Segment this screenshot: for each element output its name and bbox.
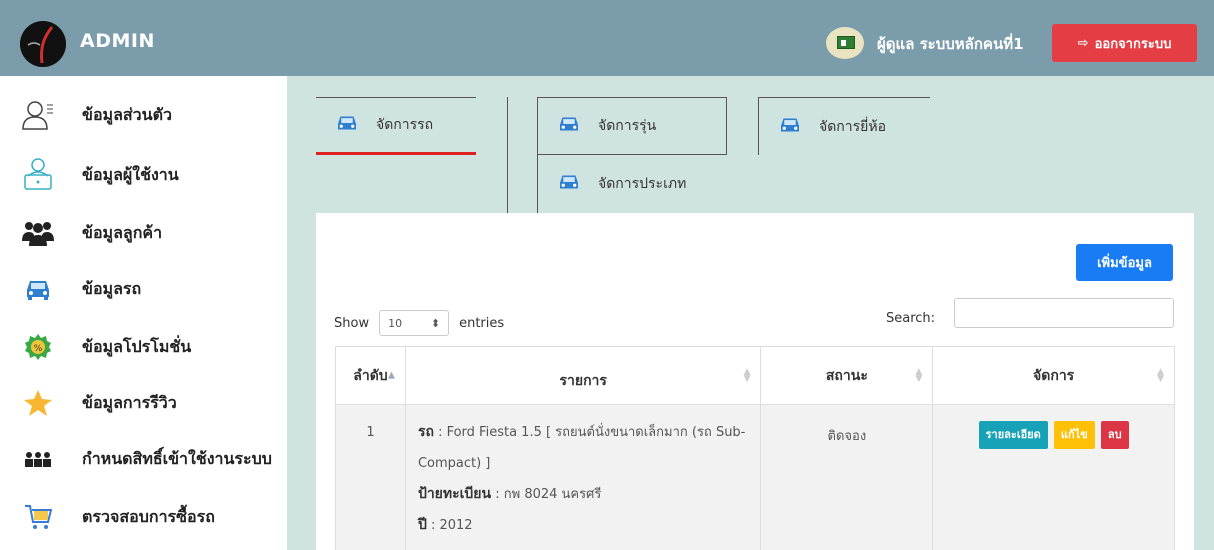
svg-text:%: % bbox=[34, 344, 43, 354]
sort-updown-icon: ⬍ bbox=[430, 316, 441, 330]
row-index: 1 bbox=[335, 404, 406, 550]
logout-button[interactable]: ⇨ ออกจากระบบ bbox=[1052, 24, 1197, 62]
sidebar-item-label: ตรวจสอบการซื้อรถ bbox=[82, 506, 215, 526]
column-header-status[interactable]: สถานะ ▲ ▼ bbox=[760, 346, 934, 405]
entries-label: entries bbox=[459, 315, 505, 331]
sidebar-item-promotions[interactable]: % ข้อมูลโปรโมชั่น bbox=[0, 322, 287, 372]
row-details: รถ : Ford Fiesta 1.5 [ รถยนต์นั่งขนาดเล็… bbox=[404, 404, 762, 550]
logo[interactable] bbox=[20, 21, 66, 67]
sidebar-item-users[interactable]: ข้อมูลผู้ใช้งาน bbox=[0, 150, 287, 200]
entries-value: 10 bbox=[388, 316, 403, 330]
tab-label: จัดการประเภท bbox=[598, 176, 687, 192]
tab-label: จัดการรถ bbox=[376, 117, 434, 133]
car-icon bbox=[779, 116, 801, 138]
sidebar-item-label: ข้อมูลการรีวิว bbox=[82, 392, 177, 412]
sidebar-item-label: กำหนดสิทธิ์เข้าใช้งานระบบ bbox=[82, 448, 272, 468]
sort-icon: ▲ ▼ bbox=[915, 366, 923, 384]
tab-divider bbox=[507, 97, 508, 213]
tab-manage-models[interactable]: จัดการรุ่น bbox=[537, 97, 727, 155]
add-data-button[interactable]: เพิ่มข้อมูล bbox=[1076, 244, 1173, 281]
users-group-icon bbox=[20, 216, 56, 250]
sort-icon: ▲ ▼ bbox=[1157, 366, 1164, 384]
car-icon bbox=[558, 173, 580, 195]
entries-select[interactable]: 10 ⬍ bbox=[379, 310, 450, 336]
tab-manage-types[interactable]: จัดการประเภท bbox=[537, 155, 727, 213]
logo-icon bbox=[20, 21, 66, 67]
brand-title: ADMIN bbox=[80, 30, 155, 52]
user-card-icon bbox=[826, 27, 864, 59]
detail-button[interactable]: รายละเอียด bbox=[978, 421, 1048, 449]
tab-label: จัดการรุ่น bbox=[598, 118, 657, 134]
show-label: Show bbox=[334, 315, 370, 331]
data-table: ลำดับ ▲ รายการ ▲▼ สถานะ ▲▼ จัดการ ▲▼ bbox=[335, 346, 1175, 550]
sidebar-item-label: ข้อมูลรถ bbox=[82, 278, 142, 298]
table-row: 1 รถ : Ford Fiesta 1.5 [ รถยนต์นั่งขนาดเ… bbox=[335, 404, 1175, 550]
car-icon bbox=[558, 115, 580, 137]
car-icon bbox=[20, 272, 56, 306]
tab-manage-cars[interactable]: จัดการรถ bbox=[316, 97, 476, 155]
content-panel: เพิ่มข้อมูล Show 10 ⬍ entries Search: ลำ… bbox=[316, 213, 1194, 550]
user-laptop-icon bbox=[20, 158, 56, 192]
column-header-actions[interactable]: จัดการ ▲ ▼ bbox=[932, 346, 1175, 405]
sidebar-item-label: ข้อมูลส่วนตัว bbox=[82, 104, 172, 124]
sidebar-item-reviews[interactable]: ข้อมูลการรีวิว bbox=[0, 378, 287, 428]
tab-manage-brands[interactable]: จัดการยี่ห้อ bbox=[758, 97, 930, 155]
cart-icon bbox=[20, 500, 56, 534]
entries-control: Show 10 ⬍ entries bbox=[334, 310, 504, 336]
search-input[interactable] bbox=[954, 298, 1174, 328]
row-actions: รายละเอียด แก้ไข ลบ bbox=[932, 404, 1175, 550]
row-status: ติดจอง bbox=[760, 404, 934, 550]
search-label: Search: bbox=[886, 311, 936, 326]
user-name[interactable]: ผู้ดูแล ระบบหลักคนที่1 bbox=[877, 32, 1024, 56]
sidebar-item-purchases[interactable]: ตรวจสอบการซื้อรถ bbox=[0, 492, 287, 542]
column-header-item[interactable]: รายการ ▲ ▼ bbox=[404, 346, 762, 405]
promotion-badge-icon: % bbox=[20, 330, 56, 364]
sidebar-item-cars[interactable]: ข้อมูลรถ bbox=[0, 264, 287, 314]
permissions-icon bbox=[20, 442, 56, 476]
sort-icon: ▲ ▼ bbox=[743, 366, 751, 384]
sidebar-item-label: ข้อมูลโปรโมชั่น bbox=[82, 336, 192, 356]
sidebar: ข้อมูลส่วนตัว ข้อมูลผู้ใช้งาน ข้อมูลลูกค… bbox=[0, 76, 287, 550]
edit-button[interactable]: แก้ไข bbox=[1053, 421, 1095, 449]
top-bar: ADMIN ผู้ดูแล ระบบหลักคนที่1 ⇨ ออกจากระบ… bbox=[0, 0, 1214, 76]
car-icon bbox=[336, 114, 358, 136]
star-icon bbox=[20, 386, 56, 420]
sidebar-item-permissions[interactable]: กำหนดสิทธิ์เข้าใช้งานระบบ bbox=[0, 434, 287, 484]
sort-asc-icon: ▲ bbox=[388, 370, 395, 380]
delete-button[interactable]: ลบ bbox=[1100, 421, 1129, 449]
sidebar-item-customers[interactable]: ข้อมูลลูกค้า bbox=[0, 208, 287, 258]
column-header-index[interactable]: ลำดับ ▲ bbox=[335, 346, 406, 405]
tab-label: จัดการยี่ห้อ bbox=[819, 118, 886, 135]
user-profile-icon bbox=[20, 98, 56, 132]
sidebar-item-label: ข้อมูลผู้ใช้งาน bbox=[82, 164, 179, 184]
sidebar-item-profile[interactable]: ข้อมูลส่วนตัว bbox=[0, 90, 287, 140]
logout-label: ออกจากระบบ bbox=[1094, 36, 1172, 52]
logout-icon: ⇨ bbox=[1077, 35, 1089, 51]
sidebar-item-label: ข้อมูลลูกค้า bbox=[82, 222, 163, 242]
